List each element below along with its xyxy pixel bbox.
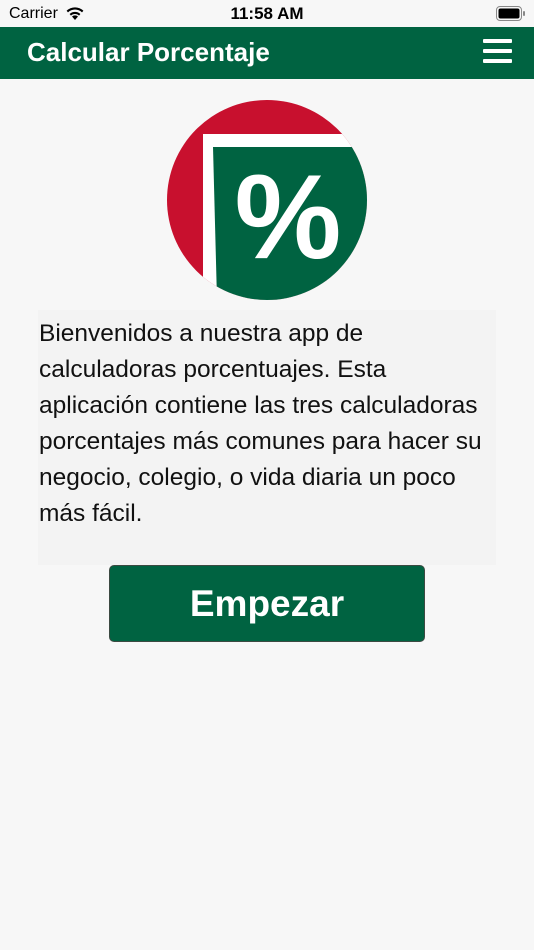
nav-bar: Calcular Porcentaje <box>0 27 534 79</box>
page-title: Calcular Porcentaje <box>27 37 270 67</box>
intro-text: Bienvenidos a nuestra app de calculadora… <box>39 320 482 527</box>
intro-textbox: Bienvenidos a nuestra app de calculadora… <box>38 310 496 565</box>
hamburger-menu-icon[interactable] <box>483 39 512 64</box>
start-button[interactable]: Empezar <box>109 565 425 642</box>
logo-percent-glyph: % <box>235 150 342 284</box>
status-bar: Carrier 11:58 AM <box>0 0 534 27</box>
battery-icon <box>496 6 525 21</box>
clock-time: 11:58 AM <box>230 4 304 23</box>
percent-logo-icon: % <box>167 100 367 300</box>
